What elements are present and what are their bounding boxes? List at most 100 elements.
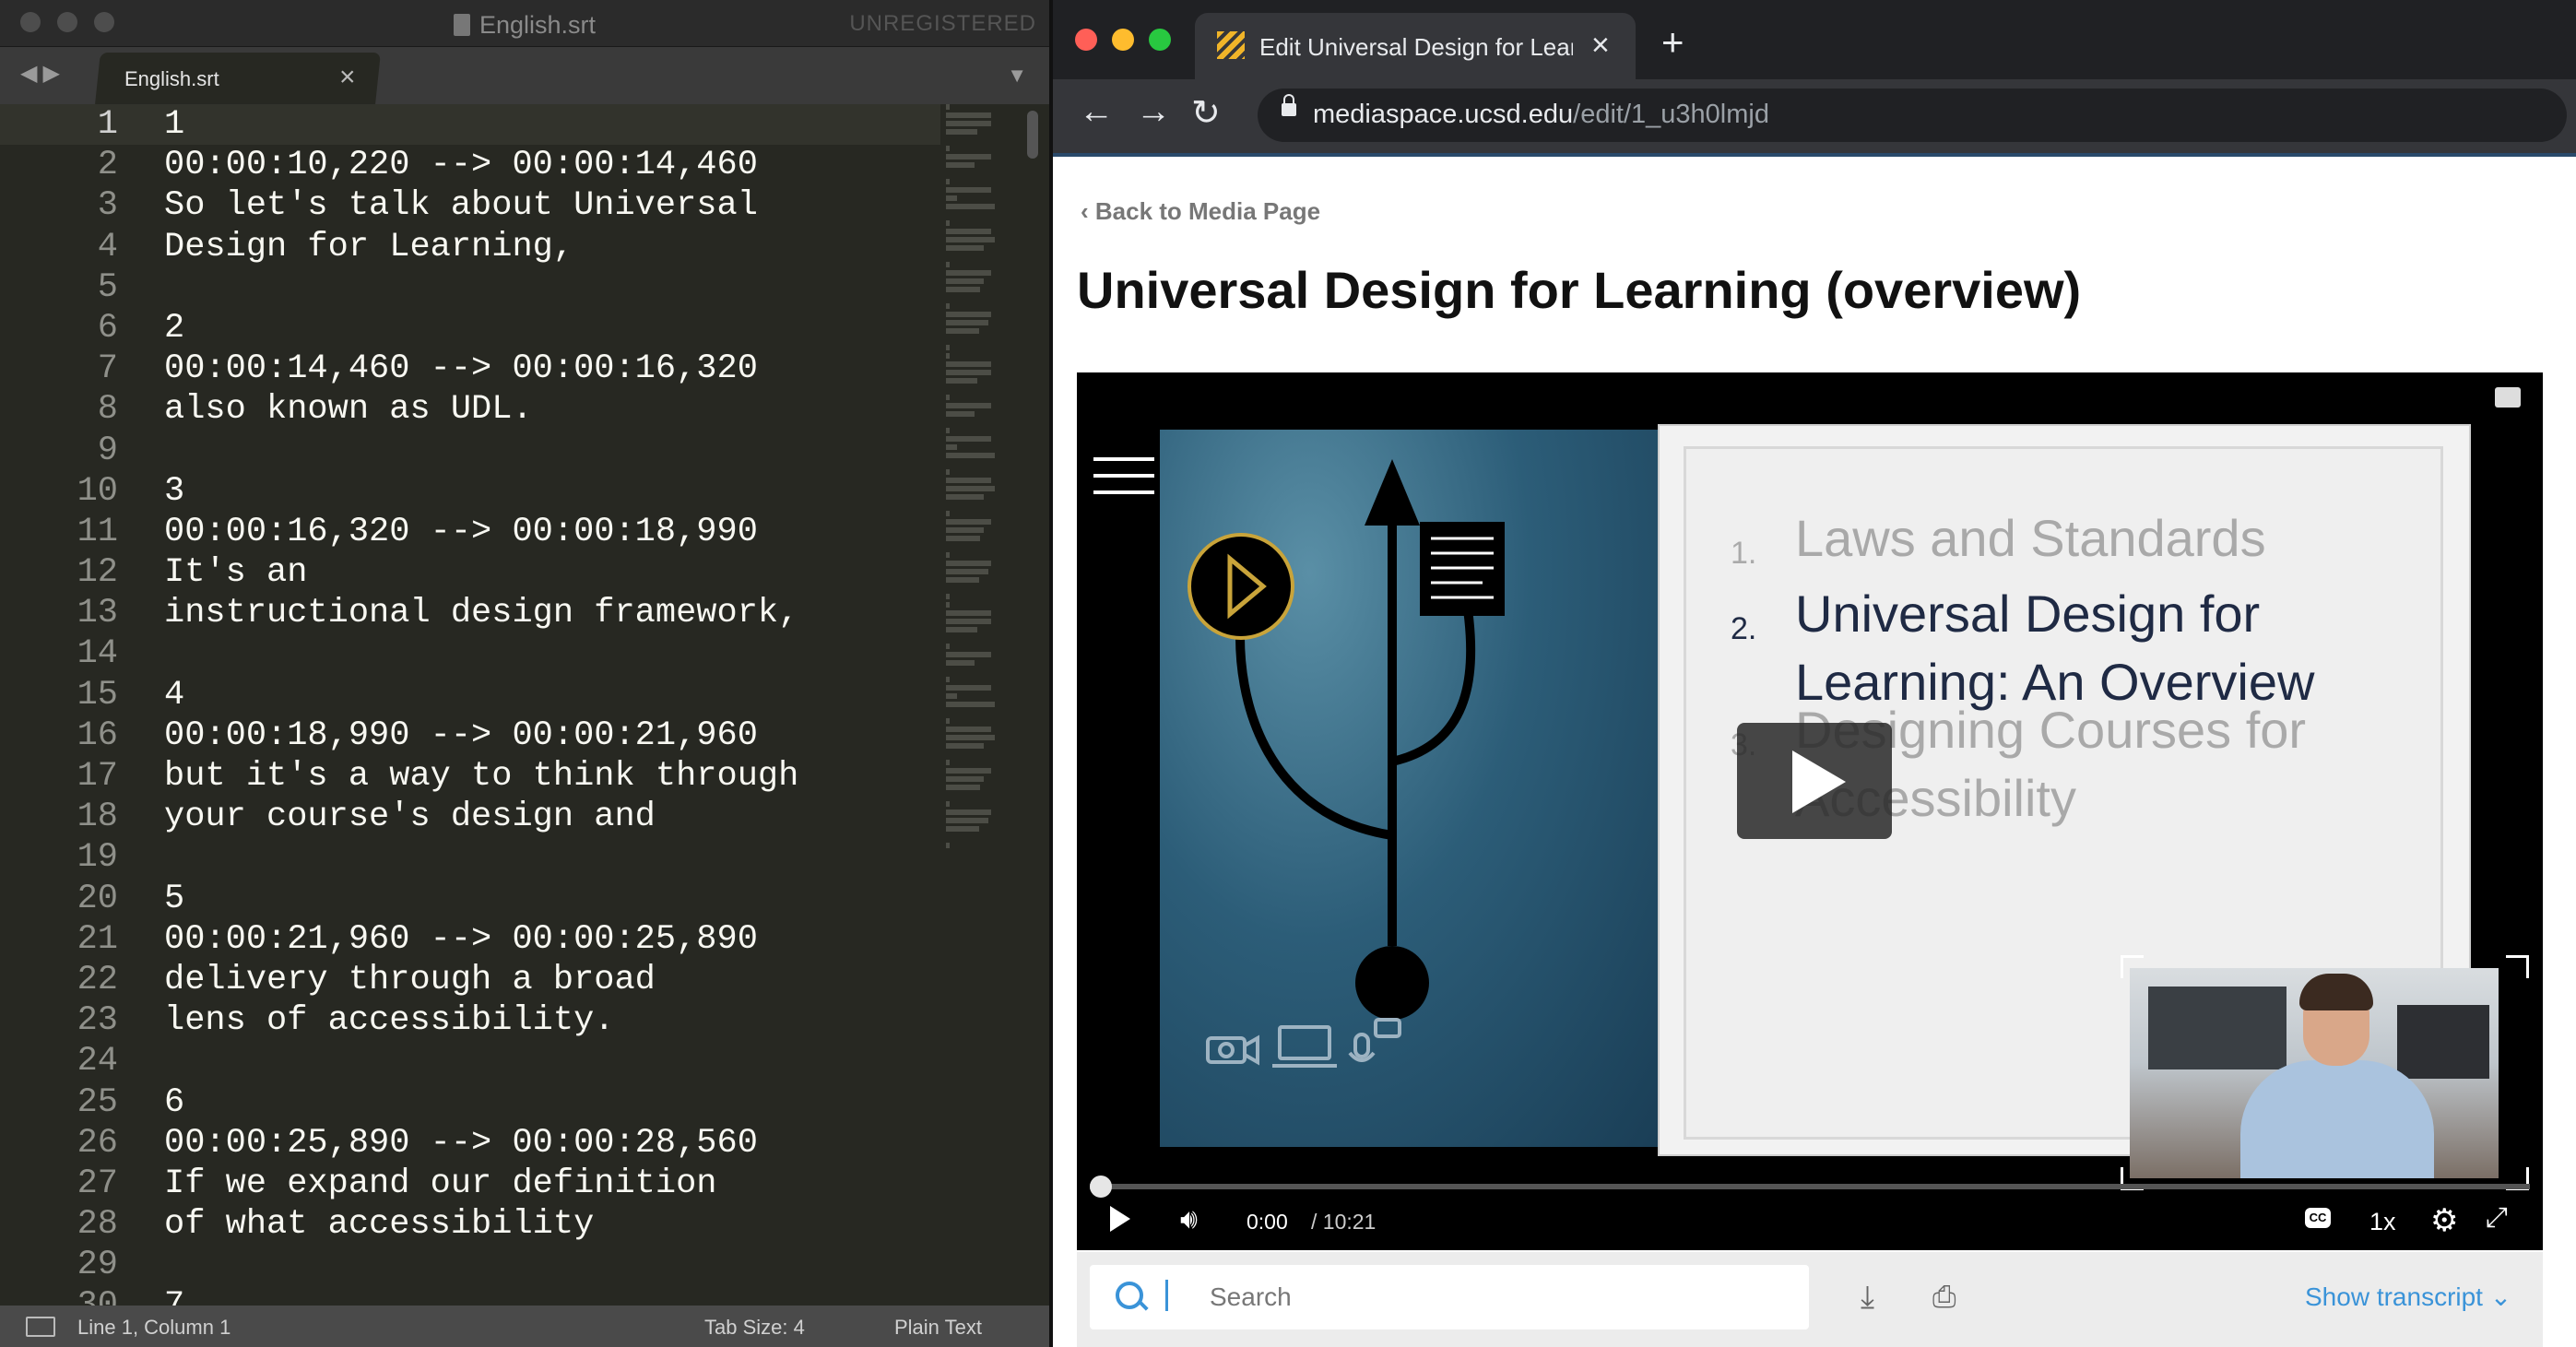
line-text[interactable]: If we expand our definition [164, 1164, 717, 1204]
status-tab-size[interactable]: Tab Size: 4 [704, 1316, 805, 1340]
line-text[interactable]: also known as UDL. [164, 389, 533, 430]
status-syntax[interactable]: Plain Text [894, 1316, 982, 1340]
volume-icon[interactable]: 🔊︎ [1180, 1204, 1198, 1235]
minimap[interactable] [946, 104, 1003, 1303]
code-line[interactable]: 28 of what accessibility [0, 1204, 940, 1245]
code-line[interactable]: 19 [0, 837, 940, 878]
video-player[interactable]: 1. Laws and Standards 2. Universal Desig… [1077, 372, 2543, 1250]
line-text[interactable]: 6 [164, 1082, 184, 1123]
line-text[interactable]: 00:00:10,220 --> 00:00:14,460 [164, 145, 758, 185]
code-area[interactable]: 1 1 2 00:00:10,220 --> 00:00:14,460 3 So let'… [0, 104, 940, 1306]
line-text[interactable]: 3 [164, 471, 184, 512]
code-line[interactable]: 20 5 [0, 879, 940, 919]
code-line[interactable]: 3 So let's talk about Universal [0, 185, 940, 226]
download-icon[interactable]: ⤓ [1861, 1280, 1874, 1316]
browser-tab[interactable]: Edit Universal Design for Learn × [1195, 13, 1636, 79]
line-text[interactable]: lens of accessibility. [164, 1000, 614, 1041]
chapters-menu-icon[interactable] [1093, 457, 1154, 507]
settings-gear-icon[interactable]: ⚙ [2430, 1202, 2458, 1239]
url-path[interactable]: /edit/1_u3h0lmjd [1573, 100, 1769, 129]
code-line[interactable]: 8 also known as UDL. [0, 389, 940, 430]
url-text[interactable]: mediaspace.ucsd.edu/edit/1_u3h0lmjd [1313, 100, 1769, 130]
line-text[interactable]: 2 [164, 308, 184, 349]
code-line[interactable]: 16 00:00:18,990 --> 00:00:21,960 [0, 715, 940, 756]
line-text[interactable]: So let's talk about Universal [164, 185, 758, 226]
code-line[interactable]: 23 lens of accessibility. [0, 1000, 940, 1041]
back-arrow-icon[interactable]: ← [1079, 92, 1114, 132]
line-text[interactable]: delivery through a broad [164, 960, 656, 1000]
resize-corner-icon[interactable] [2121, 955, 2144, 978]
presenter-webcam-video[interactable] [2130, 968, 2499, 1178]
transcript-search[interactable] [1090, 1265, 1809, 1329]
line-text[interactable]: of what accessibility [164, 1204, 594, 1245]
print-icon[interactable]: ⎙ [1932, 1280, 1956, 1315]
line-text[interactable]: 00:00:16,320 --> 00:00:18,990 [164, 512, 758, 552]
show-transcript-button[interactable]: Show transcript ⌄ [2305, 1282, 2511, 1312]
code-line[interactable]: 18 your course's design and [0, 797, 940, 837]
back-to-media-link[interactable]: ‹ Back to Media Page [1081, 197, 1320, 226]
code-line[interactable]: 27 If we expand our definition [0, 1164, 940, 1204]
code-line[interactable]: 5 [0, 267, 940, 308]
line-text[interactable]: 00:00:25,890 --> 00:00:28,560 [164, 1123, 758, 1164]
code-line[interactable]: 14 [0, 633, 940, 674]
panel-toggle-icon[interactable] [26, 1317, 55, 1337]
editor-scrollbar[interactable] [1027, 111, 1038, 159]
forward-arrow-icon[interactable]: → [1136, 92, 1171, 132]
big-play-button[interactable] [1737, 723, 1892, 839]
url-host[interactable]: mediaspace.ucsd.edu [1313, 100, 1573, 129]
code-line[interactable]: 30 7 [0, 1285, 940, 1306]
code-line[interactable]: 15 4 [0, 675, 940, 715]
line-text[interactable]: 00:00:21,960 --> 00:00:25,890 [164, 919, 758, 960]
close-window-button[interactable] [1075, 29, 1097, 51]
line-text[interactable]: It's an [164, 552, 307, 593]
line-text[interactable]: instructional design framework, [164, 593, 798, 633]
code-line[interactable]: 62 [0, 308, 940, 349]
address-bar[interactable]: mediaspace.ucsd.edu/edit/1_u3h0lmjd [1258, 89, 2567, 142]
playback-speed-button[interactable]: 1x [2369, 1208, 2396, 1236]
code-line[interactable]: 17 but it's a way to think through [0, 756, 940, 797]
line-text[interactable]: 00:00:18,990 --> 00:00:21,960 [164, 715, 758, 756]
lock-icon[interactable] [1282, 94, 1296, 116]
tab-menu-chevron-icon[interactable]: ▼ [1007, 64, 1027, 88]
download-media-icon[interactable] [2495, 387, 2521, 408]
tab-close-icon[interactable]: × [339, 62, 356, 93]
code-line[interactable]: 10 3 [0, 471, 940, 512]
tab-nav-arrows-icon[interactable]: ◀▶ [20, 60, 65, 87]
code-line[interactable]: 4 Design for Learning, [0, 227, 940, 267]
code-line[interactable]: 7 00:00:14,460 --> 00:00:16,320 [0, 349, 940, 389]
closed-captions-icon[interactable]: CC [2305, 1208, 2331, 1228]
line-text[interactable]: 1 [164, 104, 184, 145]
search-input[interactable] [1208, 1276, 1783, 1318]
code-line[interactable]: 22 delivery through a broad [0, 960, 940, 1000]
tab-label[interactable]: English.srt [124, 67, 219, 91]
fullscreen-icon[interactable]: ⤢ [2486, 1202, 2508, 1234]
line-text[interactable]: your course's design and [164, 797, 656, 837]
code-line[interactable]: 11 [0, 104, 940, 146]
play-icon[interactable] [1110, 1206, 1130, 1232]
tab-close-icon[interactable]: × [1591, 28, 1610, 64]
code-line[interactable]: 25 6 [0, 1082, 940, 1123]
resize-corner-icon[interactable] [2506, 955, 2529, 978]
code-line[interactable]: 12 It's an [0, 552, 940, 593]
browser-tab-title[interactable]: Edit Universal Design for Learn [1259, 33, 1573, 62]
line-text[interactable]: 4 [164, 675, 184, 715]
code-line[interactable]: 24 [0, 1041, 940, 1081]
code-line[interactable]: 29 [0, 1245, 940, 1285]
line-number: 14 [77, 634, 118, 674]
line-text[interactable]: 5 [164, 879, 184, 919]
code-line[interactable]: 11 00:00:16,320 --> 00:00:18,990 [0, 512, 940, 552]
code-line[interactable]: 26 00:00:25,890 --> 00:00:28,560 [0, 1123, 940, 1164]
line-text[interactable]: but it's a way to think through [164, 756, 798, 797]
line-text[interactable]: 7 [164, 1285, 184, 1306]
code-line[interactable]: 13 instructional design framework, [0, 593, 940, 633]
new-tab-button[interactable]: + [1661, 20, 1684, 65]
zoom-window-button[interactable] [1149, 29, 1171, 51]
minimize-window-button[interactable] [1112, 29, 1134, 51]
line-text[interactable]: Design for Learning, [164, 227, 573, 267]
code-line[interactable]: 21 00:00:21,960 --> 00:00:25,890 [0, 919, 940, 960]
code-line[interactable]: 9 [0, 431, 940, 471]
reload-icon[interactable]: ↻ [1191, 92, 1221, 134]
line-text[interactable]: 00:00:14,460 --> 00:00:16,320 [164, 349, 758, 389]
code-line[interactable]: 2 00:00:10,220 --> 00:00:14,460 [0, 145, 940, 185]
progress-bar[interactable] [1090, 1176, 2530, 1198]
